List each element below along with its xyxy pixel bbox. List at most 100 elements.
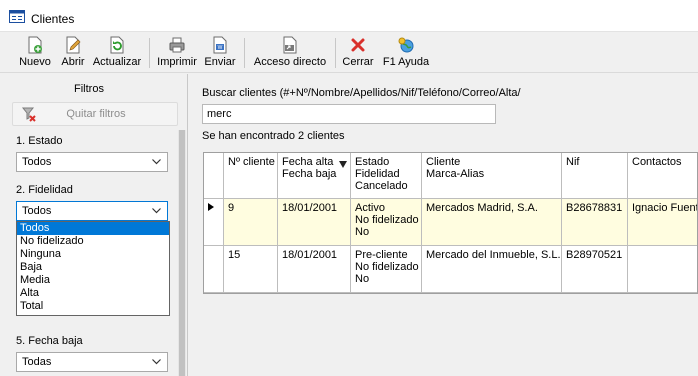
- new-document-icon: [28, 36, 42, 54]
- enviar-button[interactable]: W Enviar: [202, 36, 238, 72]
- sort-descending-icon: [339, 161, 347, 168]
- row-indicator[interactable]: [204, 246, 224, 293]
- search-label: Buscar clientes (#+Nº/Nombre/Apellidos/N…: [202, 87, 521, 99]
- cell-cliente: Mercado del Inmueble, S.L.: [426, 249, 561, 261]
- actualizar-label: Actualizar: [92, 56, 142, 68]
- dropdown-option[interactable]: Todos: [17, 222, 169, 235]
- table-cell[interactable]: Mercados Madrid, S.A.: [422, 199, 562, 246]
- result-count-text: Se han encontrado 2 clientes: [202, 130, 345, 142]
- table-cell[interactable]: Mercado del Inmueble, S.L.: [422, 246, 562, 293]
- toolbar-separator: [149, 38, 150, 68]
- cell-cliente: Mercados Madrid, S.A.: [426, 202, 538, 214]
- header-fecha-alta-text: Fecha alta: [282, 156, 334, 168]
- cerrar-button[interactable]: Cerrar: [341, 36, 375, 72]
- table-cell[interactable]: B28678831: [562, 199, 628, 246]
- quitar-filtros-button[interactable]: Quitar filtros: [12, 102, 178, 126]
- cell-cancelado: No: [355, 273, 370, 285]
- column-header-nif[interactable]: Nif: [562, 153, 628, 199]
- app-window-icon: [9, 10, 25, 23]
- close-icon: [351, 38, 365, 52]
- header-num-text: Nº cliente: [228, 156, 275, 168]
- cell-fecha: 18/01/2001: [282, 202, 338, 214]
- column-header-estado[interactable]: Estado Fidelidad Cancelado: [351, 153, 422, 199]
- column-header-fecha[interactable]: Fecha alta Fecha baja: [278, 153, 351, 199]
- window-title: Clientes: [31, 12, 75, 26]
- title-bar: Clientes: [0, 0, 698, 32]
- abrir-label: Abrir: [61, 56, 85, 68]
- current-row-arrow-icon: [208, 203, 214, 211]
- fidelidad-label: 2. Fidelidad: [16, 184, 73, 196]
- acceso-directo-button[interactable]: Acceso directo: [251, 36, 329, 72]
- ayuda-button[interactable]: F1 Ayuda: [381, 36, 431, 72]
- imprimir-label: Imprimir: [157, 56, 197, 68]
- nuevo-button[interactable]: Nuevo: [15, 36, 55, 72]
- main-area: Buscar clientes (#+Nº/Nombre/Apellidos/N…: [190, 74, 698, 376]
- table-cell[interactable]: Pre-cliente No fidelizado No: [351, 246, 422, 293]
- header-estado-text: Estado: [355, 156, 390, 168]
- dropdown-option[interactable]: Baja: [17, 261, 169, 274]
- table-cell[interactable]: 9: [224, 199, 278, 246]
- ayuda-label: F1 Ayuda: [382, 56, 430, 68]
- actualizar-button[interactable]: Actualizar: [91, 36, 143, 72]
- table-cell[interactable]: [628, 246, 697, 293]
- estado-label: 1. Estado: [16, 135, 63, 147]
- fecha-baja-value: Todas: [22, 356, 52, 368]
- column-header-num[interactable]: Nº cliente: [224, 153, 278, 199]
- fecha-baja-select[interactable]: Todas: [16, 352, 168, 372]
- filters-title: Filtros: [74, 83, 104, 95]
- cell-contactos: Ignacio Fuentes: [632, 202, 698, 214]
- cell-estado: Pre-cliente: [355, 249, 408, 261]
- cell-estado: Activo: [355, 202, 385, 214]
- estado-select[interactable]: Todos: [16, 152, 168, 172]
- acceso-directo-label: Acceso directo: [253, 56, 327, 68]
- printer-icon: [169, 37, 185, 53]
- fidelidad-select[interactable]: Todos: [16, 201, 168, 221]
- fidelidad-value: Todos: [22, 205, 52, 217]
- column-header-contactos[interactable]: Contactos: [628, 153, 697, 199]
- quitar-filtros-label: Quitar filtros: [66, 108, 126, 120]
- dropdown-option[interactable]: Media: [17, 274, 169, 287]
- edit-document-icon: [66, 36, 81, 54]
- header-fecha-baja-text: Fecha baja: [282, 168, 337, 180]
- header-fidelidad-text: Fidelidad: [355, 168, 400, 180]
- refresh-icon: [110, 36, 124, 54]
- enviar-label: Enviar: [204, 56, 236, 68]
- dropdown-option[interactable]: Ninguna: [17, 248, 169, 261]
- svg-text:W: W: [218, 45, 223, 51]
- table-cell[interactable]: Activo No fidelizado No: [351, 199, 422, 246]
- scrollbar-thumb[interactable]: [179, 130, 185, 376]
- table-cell[interactable]: 18/01/2001: [278, 246, 351, 293]
- dropdown-option[interactable]: No fidelizado: [17, 235, 169, 248]
- toolbar-separator: [244, 38, 245, 68]
- cell-nif: B28970521: [566, 249, 623, 261]
- cell-num: 15: [228, 249, 241, 261]
- imprimir-button[interactable]: Imprimir: [156, 36, 198, 72]
- chevron-down-icon: [152, 159, 161, 165]
- table-cell[interactable]: B28970521: [562, 246, 628, 293]
- send-document-icon: W: [213, 36, 227, 54]
- header-contactos-text: Contactos: [632, 156, 682, 168]
- header-marca-text: Marca-Alias: [426, 168, 485, 180]
- abrir-button[interactable]: Abrir: [58, 36, 88, 72]
- row-indicator-header: [204, 153, 224, 199]
- shortcut-icon: [283, 36, 297, 54]
- table-cell[interactable]: Ignacio Fuentes: [628, 199, 698, 246]
- cell-nif: B28678831: [566, 202, 623, 214]
- search-input[interactable]: [203, 105, 495, 123]
- table-cell[interactable]: 15: [224, 246, 278, 293]
- search-field[interactable]: [202, 104, 496, 124]
- dropdown-option[interactable]: Total: [17, 300, 169, 313]
- table-cell[interactable]: 18/01/2001: [278, 199, 351, 246]
- help-globe-icon: [398, 37, 414, 53]
- row-indicator[interactable]: [204, 199, 224, 246]
- column-header-cliente[interactable]: Cliente Marca-Alias: [422, 153, 562, 199]
- header-cancelado-text: Cancelado: [355, 180, 408, 192]
- cell-fidelidad: No fidelizado: [355, 214, 419, 226]
- cell-fecha: 18/01/2001: [282, 249, 338, 261]
- cell-fidelidad: No fidelizado: [355, 261, 419, 273]
- dropdown-option[interactable]: Alta: [17, 287, 169, 300]
- estado-value: Todos: [22, 156, 52, 168]
- filters-scrollbar[interactable]: [178, 130, 186, 376]
- clients-grid: Nº cliente Fecha alta Fecha baja Estado …: [203, 152, 698, 294]
- nuevo-label: Nuevo: [19, 56, 51, 68]
